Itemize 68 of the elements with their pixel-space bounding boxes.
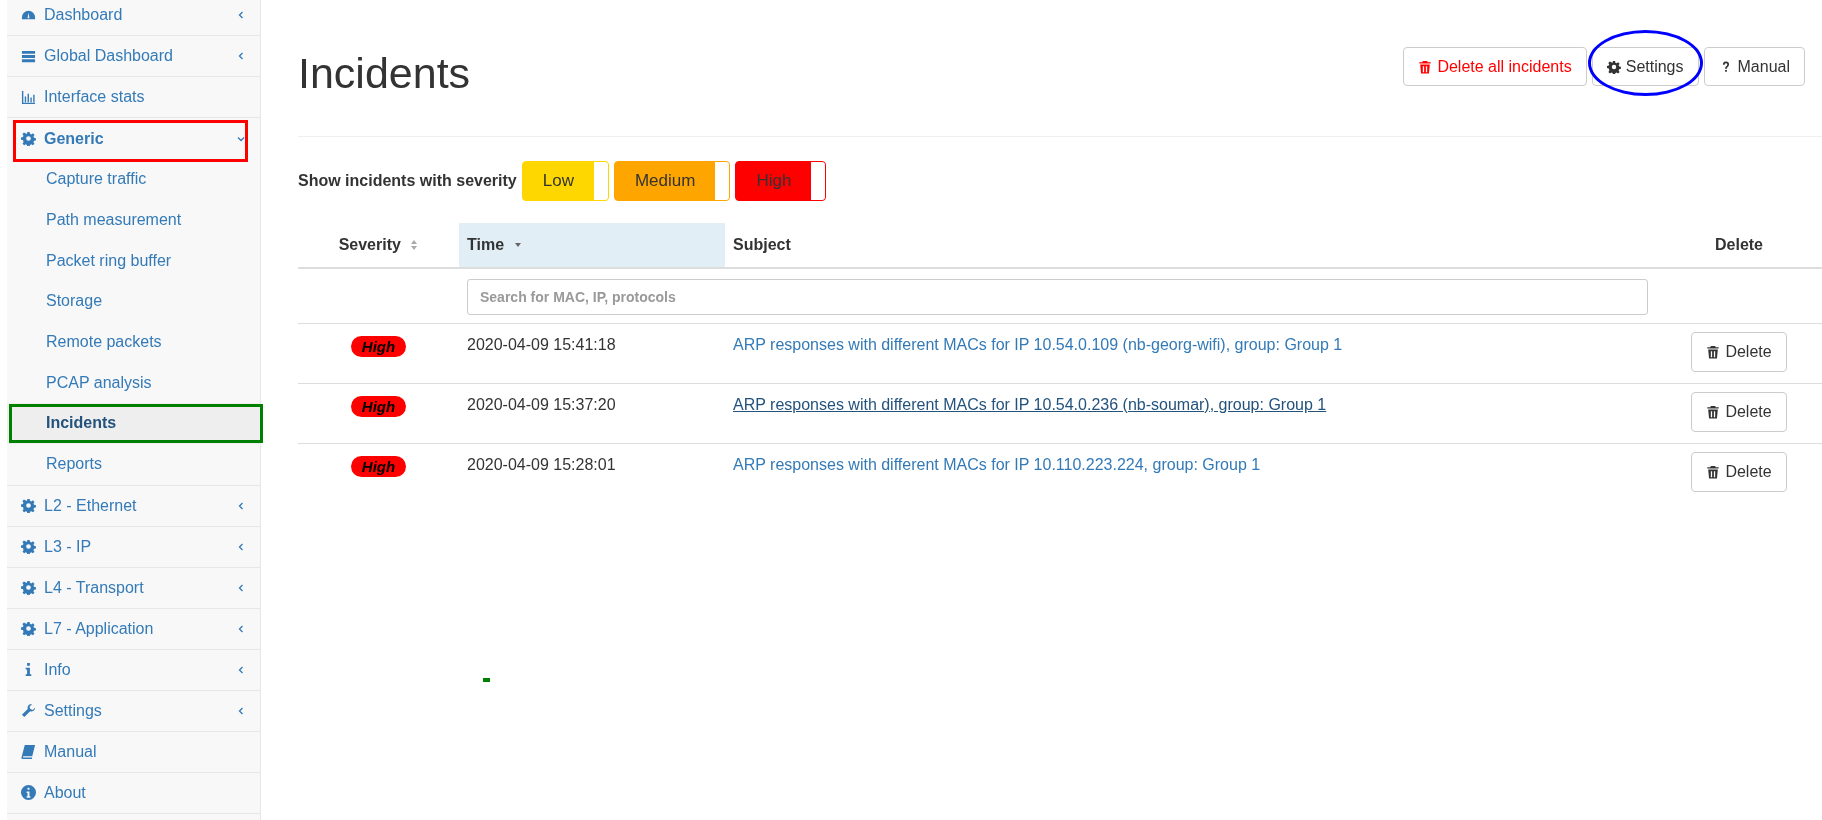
- column-header: Delete: [1656, 223, 1822, 268]
- sidebar-subitem[interactable]: Storage: [7, 281, 260, 322]
- server-stack-icon: [21, 48, 36, 64]
- gear-icon: [21, 131, 36, 146]
- sidebar-item[interactable]: Dashboard: [7, 0, 260, 36]
- bar-chart-icon: [21, 89, 36, 105]
- severity-toggle[interactable]: Medium: [613, 161, 731, 201]
- delete-button[interactable]: Delete: [1691, 331, 1787, 372]
- delete-button[interactable]: Delete: [1691, 451, 1787, 492]
- chevron-left-icon: [236, 500, 246, 511]
- subject-link[interactable]: ARP responses with different MACs for IP 10.110.223.224, group: Group 1: [733, 455, 1261, 473]
- sidebar-subitem[interactable]: Path measurement: [7, 199, 260, 241]
- sidebar-item[interactable]: Settings: [7, 690, 260, 732]
- chevron-left-icon: [236, 541, 246, 552]
- sort-icon: [410, 239, 419, 251]
- sidebar-item[interactable]: L4 - Transport: [7, 567, 260, 609]
- severity-toggle[interactable]: Low: [521, 161, 609, 201]
- gear-icon: [21, 580, 36, 595]
- trash-icon: [1706, 464, 1721, 479]
- column-header: Subject: [725, 223, 1656, 268]
- severity-badge: High: [350, 455, 407, 477]
- sidebar-item[interactable]: L2 - Ethernet: [7, 485, 260, 527]
- page-title: Incidents: [298, 49, 471, 98]
- search-field[interactable]: Search for MAC, IP, protocols: [467, 279, 1648, 315]
- sidebar-subitem[interactable]: PCAP analysis: [7, 362, 260, 404]
- gear-icon: [1606, 59, 1621, 74]
- sidebar-subitem[interactable]: Reports: [7, 443, 260, 485]
- dash-mark: [483, 678, 490, 682]
- sidebar-subitem[interactable]: Remote packets: [7, 321, 260, 363]
- chevron-left-icon: [236, 705, 246, 716]
- trash-icon: [1418, 59, 1433, 74]
- sidebar-item[interactable]: L3 - IP: [7, 526, 260, 568]
- chevron-left-icon: [236, 623, 246, 634]
- chevron-left-icon: [236, 51, 246, 61]
- time-cell: 2020-04-09 15:28:01: [459, 443, 725, 503]
- action-button[interactable]: Manual: [1703, 47, 1805, 86]
- sidebar-item[interactable]: Global Dashboard: [7, 36, 260, 77]
- severity-badge: High: [350, 335, 407, 357]
- column-header[interactable]: Time: [459, 223, 725, 268]
- gear-icon: [21, 498, 36, 513]
- sidebar-item[interactable]: L7 - Application: [7, 608, 260, 650]
- filter-label: Show incidents with severity: [298, 172, 517, 190]
- wrench-icon: [21, 703, 36, 718]
- subject-link[interactable]: ARP responses with different MACs for IP 10.54.0.236 (nb-soumar), group: Group 1: [733, 395, 1327, 413]
- sidebar-item[interactable]: About: [7, 772, 260, 814]
- sidebar-item[interactable]: Generic: [7, 118, 260, 159]
- action-button[interactable]: Delete all incidents: [1403, 47, 1587, 86]
- delete-button[interactable]: Delete: [1691, 391, 1787, 432]
- sidebar-item[interactable]: Manual: [7, 731, 260, 773]
- time-cell: 2020-04-09 15:37:20: [459, 383, 725, 443]
- book-icon: [21, 744, 36, 759]
- trash-icon: [1706, 404, 1721, 419]
- sidebar-item[interactable]: Interface stats: [7, 77, 260, 118]
- severity-toggle[interactable]: High: [735, 161, 827, 201]
- chevron-left-icon: [236, 664, 246, 675]
- severity-badge: High: [350, 395, 407, 417]
- action-button[interactable]: Settings: [1591, 47, 1699, 86]
- gear-icon: [21, 539, 36, 554]
- subject-link[interactable]: ARP responses with different MACs for IP 10.54.0.109 (nb-georg-wifi), group: Group 1: [733, 335, 1343, 353]
- chevron-left-icon: [236, 582, 246, 593]
- time-cell: 2020-04-09 15:41:18: [459, 323, 725, 383]
- info-icon: [21, 785, 36, 800]
- gear-icon: [21, 621, 36, 636]
- trash-icon: [1706, 344, 1721, 359]
- sidebar-subitem[interactable]: Packet ring buffer: [7, 240, 260, 282]
- sidebar-item[interactable]: Info: [7, 649, 260, 691]
- chevron-left-icon: [236, 10, 246, 20]
- sidebar-subitem[interactable]: Capture traffic: [7, 159, 260, 200]
